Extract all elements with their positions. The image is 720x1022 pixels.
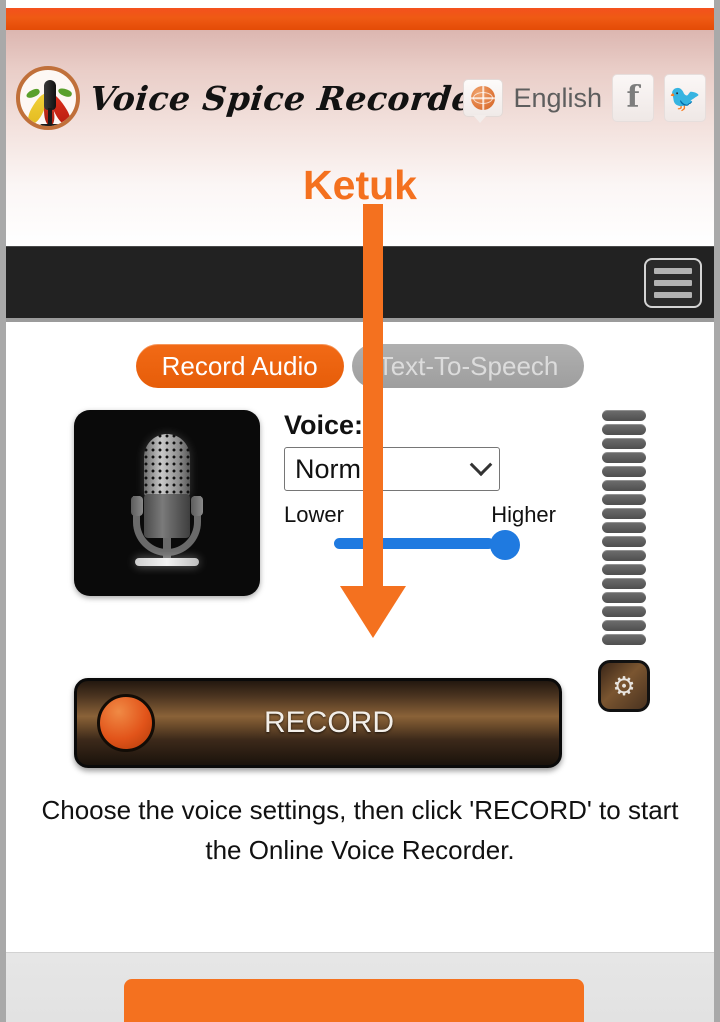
chevron-down-icon [469,453,493,477]
record-dot-icon [97,694,155,752]
mode-tabs: Record Audio Text-To-Speech [6,344,714,388]
facebook-glyph: f [626,80,640,115]
record-button[interactable]: RECORD [74,678,562,768]
meter-segment [602,452,646,463]
microphone-capsule-icon [144,434,190,500]
voice-label: Voice: [284,410,364,440]
meter-segment [602,466,646,477]
chili-microphone-logo-icon [16,66,80,130]
meter-segment [602,592,646,603]
tab-text-to-speech[interactable]: Text-To-Speech [351,344,585,388]
meter-segment [602,634,646,645]
voice-field-group: Voice: Norm [284,410,500,491]
voice-select-value: Norm [295,453,361,484]
meter-segment [602,564,646,575]
site-header: Voice Spice Recorder English f 🐦 [6,30,714,246]
logo-microphone-icon [44,80,56,110]
pitch-range-labels: Lower Higher [284,502,556,528]
language-selector[interactable]: English [463,79,602,123]
top-sliver [6,0,714,8]
gear-icon: ⚙ [612,671,636,701]
pitch-slider-track[interactable] [334,538,494,549]
top-orange-bar [6,8,714,30]
meter-segment [602,410,646,421]
footer-action-button[interactable] [124,979,584,1022]
record-button-label: RECORD [263,706,394,739]
meter-segment [602,522,646,533]
meter-segment [602,578,646,589]
meter-segment [602,494,646,505]
meter-segment [602,438,646,449]
pitch-lower-label: Lower [284,502,344,527]
hamburger-line [654,280,692,286]
meter-segment [602,536,646,547]
globe-icon[interactable] [463,79,504,123]
tab-record-audio-label: Record Audio [161,350,318,381]
meter-segment [602,550,646,561]
brand-title: Voice Spice Recorder [87,78,494,118]
brand[interactable]: Voice Spice Recorder [16,66,494,130]
language-label: English [513,82,602,113]
microphone-stem-icon [163,538,171,560]
facebook-icon[interactable]: f [612,74,654,122]
meter-segment [602,620,646,631]
microphone-ear-right-icon [191,496,203,516]
globe-sphere-icon [471,86,496,110]
pitch-slider[interactable] [334,530,520,560]
hamburger-menu-icon[interactable] [644,258,702,308]
tab-record-audio[interactable]: Record Audio [135,344,344,388]
meter-segment [602,480,646,491]
twitter-icon[interactable]: 🐦 [664,74,706,122]
logo-microphone-base-icon [40,124,60,126]
pitch-higher-label: Higher [491,502,556,527]
pitch-slider-thumb[interactable] [490,530,520,560]
voice-controls: Voice: Norm Lower Higher ⚙ RECORD Choose… [6,410,714,865]
twitter-glyph: 🐦 [668,83,702,113]
hamburger-line [654,292,692,298]
meter-segment [602,424,646,435]
microphone-base-icon [135,558,199,566]
meter-segment [602,606,646,617]
microphone-icon [117,434,217,574]
globe-ring-icon [473,92,494,104]
voice-select[interactable]: Norm [284,447,500,491]
page-root: Voice Spice Recorder English f 🐦 Record … [0,0,720,1022]
main-content: Record Audio Text-To-Speech Voice: Norm … [6,322,714,930]
microphone-body-icon [144,494,190,538]
tab-text-to-speech-label: Text-To-Speech [377,350,559,381]
instructions-text: Choose the voice settings, then click 'R… [41,795,679,866]
settings-button[interactable]: ⚙ [598,660,650,712]
meter-segment [602,508,646,519]
leaf-right-icon [57,86,73,99]
microphone-preview [74,410,260,596]
navigation-bar [6,246,714,322]
header-right-controls: English f 🐦 [463,74,706,123]
footer [6,952,714,1022]
level-meter [600,410,648,645]
microphone-ear-left-icon [131,496,143,516]
hamburger-line [654,268,692,274]
